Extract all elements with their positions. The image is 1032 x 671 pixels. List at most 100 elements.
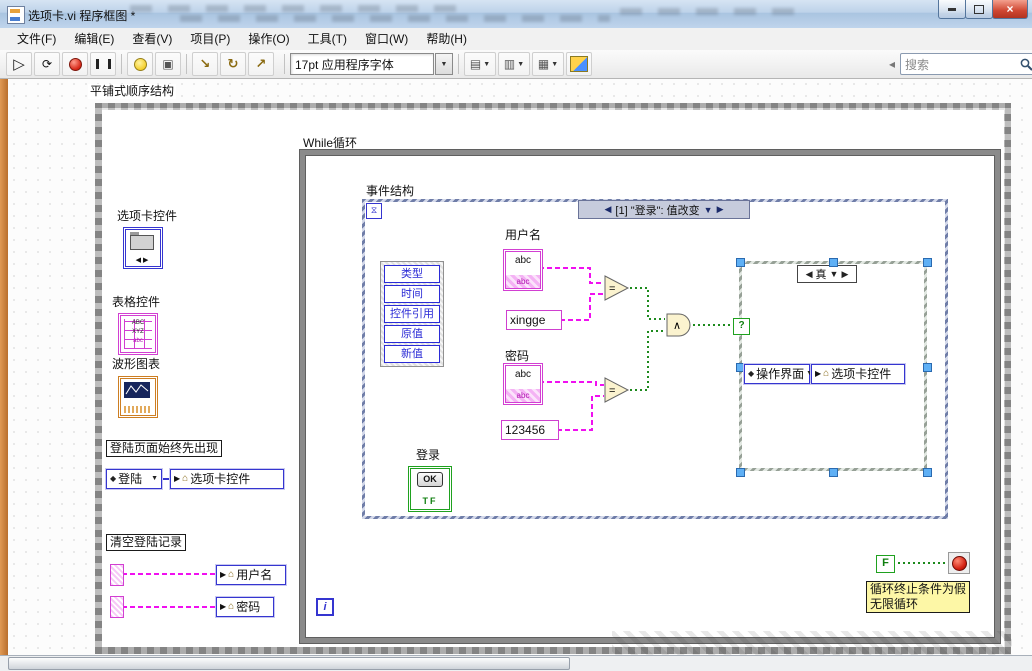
distribute-objects-button[interactable]: ▥ ▼ — [498, 52, 530, 76]
note-clear-login: 清空登陆记录 — [106, 534, 187, 551]
event-prev-arrow-icon[interactable]: ◀ — [605, 204, 612, 215]
selection-handle[interactable] — [736, 468, 745, 477]
write-arrow-icon: ▶ — [220, 570, 227, 579]
font-selector-caret[interactable]: ▼ — [435, 53, 453, 75]
event-timeout-terminal[interactable]: ⧖ — [366, 203, 382, 219]
run-icon: ▷ — [13, 55, 25, 73]
highlight-execution-button[interactable] — [127, 52, 153, 76]
selection-handle[interactable] — [923, 363, 932, 372]
menu-file[interactable]: 文件(F) — [8, 29, 65, 50]
abort-icon — [68, 57, 82, 71]
selection-handle[interactable] — [736, 258, 745, 267]
resize-objects-button[interactable]: ▦ ▼ — [532, 52, 564, 76]
and-node[interactable]: ∧ — [665, 312, 693, 338]
tab-control-terminal[interactable]: ◀▶ — [123, 227, 163, 269]
search-input[interactable]: 搜索 — [905, 56, 1020, 73]
aero-ghost — [620, 8, 800, 15]
case-selector-terminal[interactable]: ? — [733, 318, 750, 335]
minimize-button[interactable] — [938, 0, 966, 19]
local-variable-username[interactable]: ▶ ⌂ 用户名 — [215, 564, 287, 586]
abc-sub-glyph: abc — [506, 389, 540, 402]
retain-wire-values-button[interactable]: ▣ — [155, 52, 181, 76]
menu-view[interactable]: 查看(V) — [123, 29, 181, 50]
search-icon — [1020, 58, 1032, 71]
chevron-down-icon[interactable]: ▼ — [151, 471, 158, 487]
toolbar-overflow-icon[interactable]: ◂ — [889, 57, 895, 71]
font-selector-value: 17pt 应用程序字体 — [295, 57, 394, 72]
password-terminal[interactable]: abc abc — [503, 363, 543, 405]
event-case-title[interactable]: [1] "登录": 值改变 — [615, 202, 699, 218]
waveform-chart-terminal[interactable] — [118, 376, 158, 418]
event-next-arrow-icon[interactable]: ▶ — [717, 204, 724, 215]
username-string-constant[interactable]: xingge — [506, 310, 562, 330]
login-button-terminal[interactable]: OK TF — [408, 466, 452, 512]
password-string-constant[interactable]: 123456 — [501, 420, 559, 440]
menu-tools[interactable]: 工具(T) — [299, 29, 356, 50]
cleanup-diagram-button[interactable] — [566, 52, 592, 76]
case-prev-arrow-icon[interactable]: ◀ — [806, 269, 813, 280]
step-out-button[interactable]: ↗ — [248, 52, 274, 76]
iteration-terminal[interactable]: i — [316, 598, 334, 616]
write-arrow-icon: ▶ — [220, 602, 227, 611]
run-continuously-button[interactable]: ⟳ — [34, 52, 60, 76]
event-data-item[interactable]: 原值 — [384, 325, 440, 343]
selection-handle[interactable] — [923, 258, 932, 267]
step-into-icon: ↘ — [199, 56, 211, 71]
pause-button[interactable] — [90, 52, 116, 76]
abc-sub-glyph: abc — [506, 275, 540, 288]
event-data-item[interactable]: 时间 — [384, 285, 440, 303]
local-variable-tab-control-left[interactable]: ▶ ⌂ 选项卡控件 — [169, 468, 285, 490]
selection-handle[interactable] — [829, 258, 838, 267]
case-selector[interactable]: ◀ 真 ▼ ▶ — [797, 265, 857, 283]
equal-node-1[interactable]: = — [604, 275, 630, 301]
step-into-button[interactable]: ↘ — [192, 52, 218, 76]
menu-operate[interactable]: 操作(O) — [239, 29, 298, 50]
step-over-button[interactable]: ↻ — [220, 52, 246, 76]
aero-ghost — [180, 15, 610, 22]
menu-help[interactable]: 帮助(H) — [417, 29, 476, 50]
horizontal-scrollbar-thumb[interactable] — [8, 657, 570, 670]
event-structure-selector[interactable]: ◀ [1] "登录": 值改变 ▼ ▶ — [578, 200, 750, 219]
search-box[interactable]: 搜索 — [900, 53, 1032, 75]
event-dropdown-icon[interactable]: ▼ — [704, 205, 713, 215]
selection-handle[interactable] — [829, 468, 838, 477]
font-selector[interactable]: 17pt 应用程序字体 — [290, 53, 434, 75]
run-button[interactable]: ▷ — [6, 52, 32, 76]
hourglass-icon: ⧖ — [370, 205, 378, 215]
local-variable-tab-control[interactable]: ▶ ⌂ 选项卡控件 — [810, 363, 906, 385]
username-terminal[interactable]: abc abc — [503, 249, 543, 291]
false-constant[interactable]: F — [876, 555, 895, 573]
empty-string-constant-2[interactable] — [110, 596, 124, 618]
close-button[interactable]: × — [992, 0, 1028, 19]
house-icon: ⌂ — [228, 601, 235, 612]
tf-glyph: TF — [422, 496, 438, 506]
enum-constant-login[interactable]: ◆ 登陆 ▼ — [105, 468, 163, 490]
title-bar[interactable] — [0, 0, 1032, 29]
menu-project[interactable]: 项目(P) — [181, 29, 239, 50]
event-data-item[interactable]: 控件引用 — [384, 305, 440, 323]
light-bulb-icon — [133, 57, 147, 71]
case-title[interactable]: 真 — [816, 266, 827, 282]
event-data-item[interactable]: 类型 — [384, 265, 440, 283]
empty-string-constant-1[interactable] — [110, 564, 124, 586]
window-controls: × — [938, 0, 1028, 19]
local-variable-password[interactable]: ▶ ⌂ 密码 — [215, 596, 275, 618]
maximize-button[interactable] — [965, 0, 993, 19]
abort-button[interactable] — [62, 52, 88, 76]
selection-handle[interactable] — [923, 468, 932, 477]
distribute-icon: ▥ — [503, 57, 516, 71]
case-next-arrow-icon[interactable]: ▶ — [841, 269, 848, 280]
enum-constant-ui[interactable]: ◆ 操作界面 ▼ — [743, 363, 813, 385]
loop-condition-terminal[interactable] — [948, 552, 970, 574]
equal-node-2[interactable]: = — [604, 377, 630, 403]
event-data-node[interactable]: 类型 时间 控件引用 原值 新值 — [380, 261, 444, 367]
menu-window[interactable]: 窗口(W) — [356, 29, 417, 50]
align-objects-button[interactable]: ▤ ▼ — [464, 52, 496, 76]
stop-icon — [951, 555, 967, 571]
table-control-terminal[interactable]: ABC XYZ abc — [118, 313, 158, 355]
enum-constant-ui-label: 操作界面 — [756, 367, 805, 381]
tab-control-icon: ◀▶ — [125, 229, 161, 267]
case-dropdown-icon[interactable]: ▼ — [830, 269, 839, 279]
event-data-item[interactable]: 新值 — [384, 345, 440, 363]
menu-edit[interactable]: 编辑(E) — [65, 29, 123, 50]
